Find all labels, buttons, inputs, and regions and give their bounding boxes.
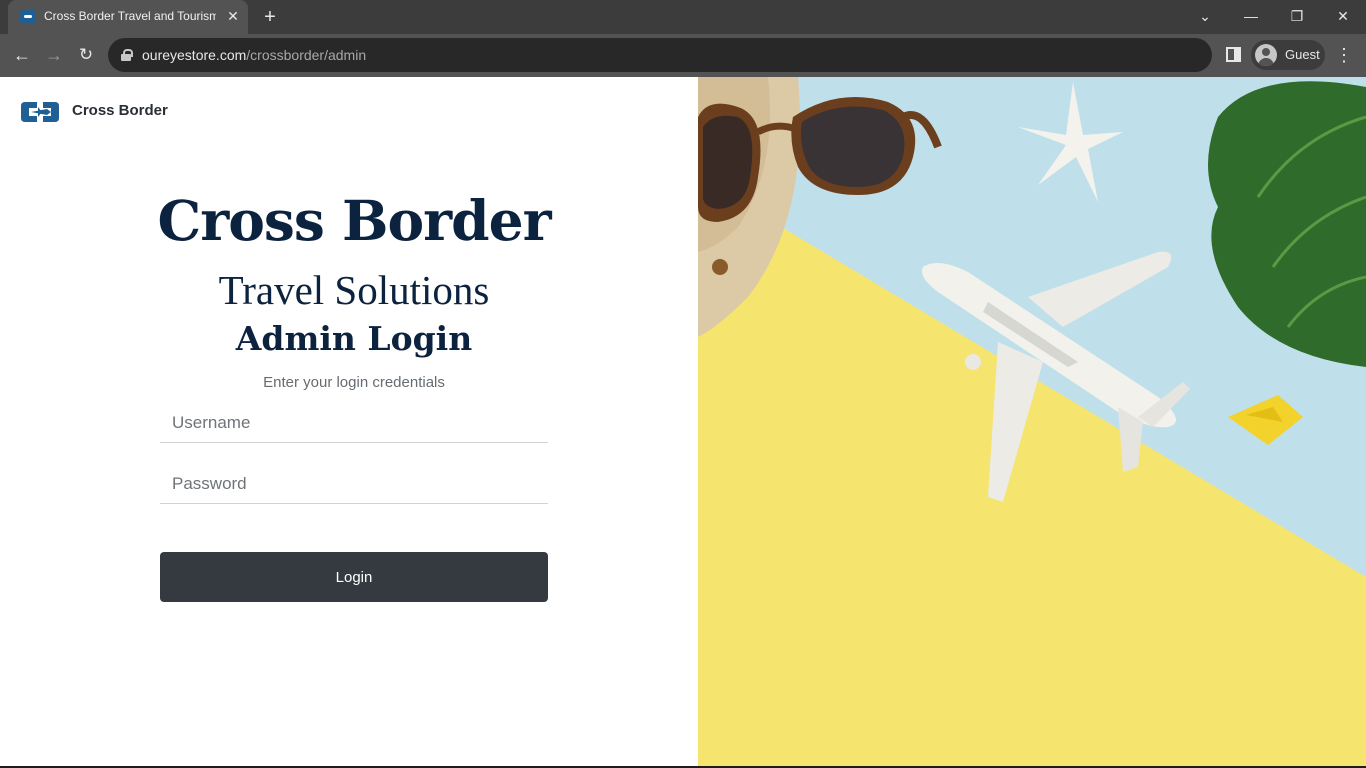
password-input[interactable] — [160, 464, 548, 504]
profile-label: Guest — [1285, 47, 1320, 62]
brand-logo-icon — [21, 102, 59, 122]
username-input[interactable] — [160, 403, 548, 443]
login-heading: Admin Login — [235, 319, 473, 358]
browser-tab[interactable]: Cross Border Travel and Tourism ✕ — [8, 0, 248, 34]
avatar-icon — [1255, 44, 1277, 66]
page-subtitle: Travel Solutions — [218, 267, 490, 313]
browser-toolbar: ← → ↻ oureyestore.com/crossborder/admin … — [0, 34, 1366, 77]
page-title: Cross Border — [157, 188, 551, 253]
address-bar[interactable]: oureyestore.com/crossborder/admin — [108, 38, 1212, 72]
close-tab-icon[interactable]: ✕ — [223, 6, 243, 26]
url-domain: oureyestore.com — [142, 47, 247, 63]
login-hint: Enter your login credentials — [263, 374, 445, 391]
profile-button[interactable]: Guest — [1251, 40, 1325, 70]
url-text[interactable]: oureyestore.com/crossborder/admin — [142, 47, 366, 63]
lock-icon[interactable] — [121, 49, 133, 61]
back-arrow-icon[interactable]: ← — [9, 42, 35, 68]
side-panel-icon[interactable] — [1226, 47, 1241, 62]
new-tab-icon[interactable]: + — [258, 6, 282, 28]
reload-icon[interactable]: ↻ — [73, 42, 99, 68]
tab-search-icon[interactable]: ⌄ — [1182, 0, 1228, 34]
tab-title: Cross Border Travel and Tourism — [44, 9, 216, 23]
login-button[interactable]: Login — [160, 552, 548, 602]
hero-image — [698, 77, 1366, 766]
forward-arrow-icon[interactable]: → — [41, 42, 67, 68]
login-panel: Cross Border Cross Border Travel Solutio… — [0, 77, 698, 768]
page-content: Cross Border Cross Border Travel Solutio… — [0, 77, 1366, 768]
site-favicon-icon — [20, 10, 36, 23]
more-menu-icon[interactable]: ⋮ — [1334, 42, 1354, 68]
minimize-icon[interactable]: — — [1228, 0, 1274, 34]
browser-tab-strip: Cross Border Travel and Tourism ✕ + ⌄ — … — [0, 0, 1366, 34]
travel-flatlay-image — [698, 77, 1366, 766]
brand-name[interactable]: Cross Border — [72, 102, 168, 119]
close-window-icon[interactable]: ✕ — [1320, 0, 1366, 34]
hat-bead — [712, 259, 728, 275]
restore-icon[interactable]: ❐ — [1274, 0, 1320, 34]
url-path: /crossborder/admin — [246, 47, 367, 63]
